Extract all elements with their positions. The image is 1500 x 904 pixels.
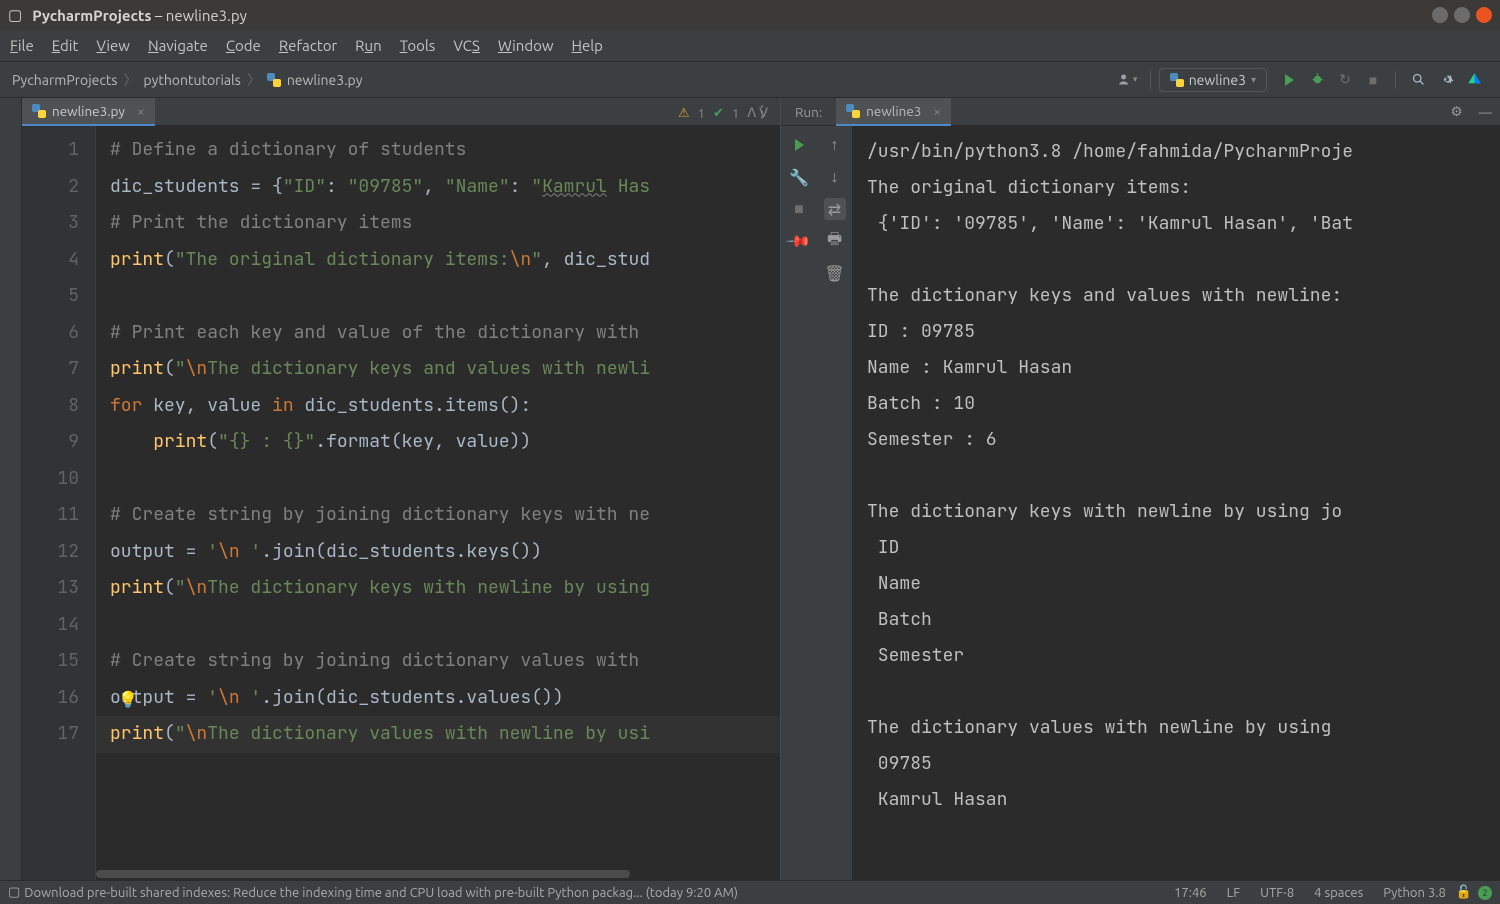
settings-icon[interactable] (1436, 70, 1456, 90)
run-tool-window: Run: newline3 × ⚙ — 🔧 ■ 📌 ↑ ↓ ⇄ 🖶 � (780, 98, 1500, 880)
run-tab[interactable]: newline3 × (836, 98, 951, 126)
window-close-icon[interactable] (1476, 7, 1492, 23)
chevron-down-icon: ▾ (1251, 74, 1256, 86)
run-config-selector[interactable]: newline3 ▾ (1159, 68, 1267, 92)
rerun-button[interactable] (788, 134, 810, 156)
run-label: Run: (781, 104, 836, 120)
delete-icon[interactable]: 🗑 (824, 262, 846, 284)
scrollbar-thumb[interactable] (96, 870, 630, 878)
python-file-icon (267, 73, 281, 87)
menu-run[interactable]: Run (355, 37, 382, 54)
toolbar-divider (1395, 71, 1396, 89)
editor-tab-label: newline3.py (52, 103, 125, 119)
soft-wrap-icon[interactable]: ⇄ (824, 198, 846, 220)
run-config-name: newline3 (1189, 72, 1246, 88)
breadcrumb-folder[interactable]: pythontutorials (143, 72, 240, 88)
project-icon: ▢ (8, 6, 22, 24)
left-tool-stripe[interactable] (0, 98, 22, 880)
run-toolbar-secondary: ↑ ↓ ⇄ 🖶 🗑 (817, 126, 853, 880)
background-tasks-badge[interactable]: 2 (1478, 886, 1492, 900)
modify-run-button[interactable]: 🔧 (788, 166, 810, 188)
debug-button[interactable] (1307, 70, 1327, 90)
status-bar: ▢ Download pre-built shared indexes: Red… (0, 880, 1500, 904)
python-icon (1170, 73, 1184, 87)
chevron-right-icon: 〉 (123, 70, 137, 90)
code-editor[interactable]: 1234567 891011121314 151617 # Define a d… (22, 126, 780, 880)
gear-icon[interactable]: ⚙ (1442, 103, 1470, 120)
workspace: newline3.py × ⋮ ⚠ 1 ✔ 1 ᐱ ᐯ 💡 1234567 89… (0, 98, 1500, 880)
warning-icon: ⚠ (678, 106, 690, 121)
run-body: 🔧 ■ 📌 ↑ ↓ ⇄ 🖶 🗑 /usr/bin/python3.8 /home… (781, 126, 1500, 880)
scroll-up-icon[interactable]: ↑ (824, 134, 846, 156)
window-maximize-icon[interactable] (1454, 7, 1470, 23)
python-icon (846, 104, 860, 118)
add-user-icon[interactable]: ▾ (1118, 70, 1138, 90)
main-menubar: File Edit View Navigate Code Refactor Ru… (0, 30, 1500, 62)
menu-code[interactable]: Code (226, 37, 261, 54)
run-coverage-button[interactable]: ↻ (1335, 70, 1355, 90)
stop-button[interactable]: ■ (1363, 70, 1383, 90)
ok-icon: ✔ (713, 106, 724, 121)
menu-navigate[interactable]: Navigate (148, 37, 208, 54)
run-toolbar-primary: 🔧 ■ 📌 (781, 126, 817, 880)
inspection-widget[interactable]: ⚠ 1 ✔ 1 ᐱ ᐯ (678, 106, 768, 121)
status-indent[interactable]: 4 spaces (1314, 886, 1363, 900)
status-line-sep[interactable]: LF (1227, 886, 1240, 900)
title-project: PycharmProjects (32, 7, 151, 24)
breadcrumb-root[interactable]: PycharmProjects (12, 72, 117, 88)
menu-window[interactable]: Window (498, 37, 554, 54)
intention-bulb-icon[interactable]: 💡 (118, 690, 138, 709)
status-encoding[interactable]: UTF-8 (1260, 886, 1294, 900)
ok-count: 1 (732, 107, 739, 121)
menu-help[interactable]: Help (572, 37, 603, 54)
toolbar-divider (1150, 71, 1151, 89)
scroll-down-icon[interactable]: ↓ (824, 166, 846, 188)
toolwindow-toggle-icon[interactable]: ▢ (8, 885, 20, 900)
console-output[interactable]: /usr/bin/python3.8 /home/fahmida/Pycharm… (853, 126, 1500, 880)
python-file-icon (32, 104, 46, 118)
breadcrumb-file[interactable]: newline3.py (287, 72, 363, 88)
navigation-bar: PycharmProjects 〉 pythontutorials 〉 newl… (0, 62, 1500, 98)
editor-horizontal-scrollbar[interactable] (96, 868, 780, 880)
window-minimize-icon[interactable] (1432, 7, 1448, 23)
menu-file[interactable]: File (10, 37, 34, 54)
menu-vcs[interactable]: VCS (453, 37, 480, 54)
run-tab-label: newline3 (866, 103, 921, 119)
chevron-right-icon: 〉 (247, 70, 261, 90)
editor-tab-newline3[interactable]: newline3.py × (22, 98, 155, 126)
line-number-gutter[interactable]: 1234567 891011121314 151617 (22, 126, 96, 880)
hide-icon[interactable]: — (1471, 104, 1500, 120)
menu-edit[interactable]: Edit (52, 37, 79, 54)
status-message[interactable]: Download pre-built shared indexes: Reduc… (24, 886, 738, 900)
code-with-me-icon[interactable] (1464, 70, 1484, 90)
editor-pane: newline3.py × ⋮ ⚠ 1 ✔ 1 ᐱ ᐯ 💡 1234567 89… (22, 98, 780, 880)
menu-view[interactable]: View (96, 37, 130, 54)
search-everywhere-icon[interactable] (1408, 70, 1428, 90)
readonly-lock-icon[interactable]: 🔓 (1456, 885, 1472, 900)
close-icon[interactable]: × (933, 103, 941, 119)
window-titlebar: ▢ PycharmProjects – newline3.py (0, 0, 1500, 30)
print-icon[interactable]: 🖶 (824, 230, 846, 252)
menu-refactor[interactable]: Refactor (279, 37, 337, 54)
title-file: newline3.py (166, 7, 247, 24)
pin-icon[interactable]: 📌 (783, 225, 814, 256)
status-time: 17:46 (1174, 886, 1207, 900)
run-header: Run: newline3 × ⚙ — (781, 98, 1500, 126)
stop-run-button[interactable]: ■ (788, 198, 810, 220)
warning-count: 1 (698, 107, 705, 121)
menu-tools[interactable]: Tools (400, 37, 436, 54)
editor-tabs: newline3.py × ⋮ (22, 98, 780, 126)
status-interpreter[interactable]: Python 3.8 (1383, 886, 1446, 900)
run-button[interactable] (1279, 70, 1299, 90)
code-area[interactable]: # Define a dictionary of students dic_st… (96, 126, 780, 880)
close-icon[interactable]: × (137, 103, 145, 119)
